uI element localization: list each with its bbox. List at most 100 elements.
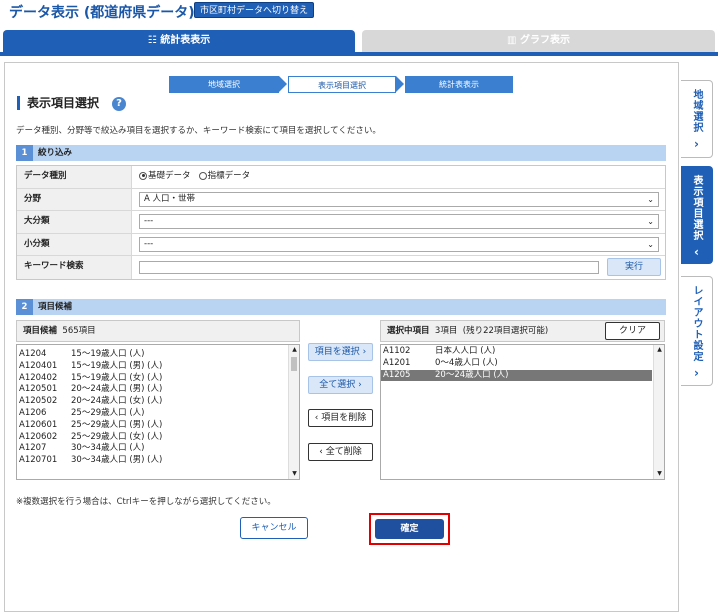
item-code: A1207 (19, 443, 47, 454)
list-item[interactable]: A120701 30～34歳人口 (男) (人) (17, 455, 287, 467)
item-name: 15～19歳人口 (人) (71, 349, 145, 359)
item-code: A1204 (19, 349, 47, 359)
chevron-down-icon: ⌄ (647, 217, 654, 226)
table-icon: ☷ (147, 35, 161, 46)
item-name: 30～34歳人口 (人) (71, 443, 145, 454)
side-tab-item-select[interactable]: 表示項目選択 ‹ (681, 166, 713, 264)
list-item[interactable]: A120401 15～19歳人口 (男) (人) (17, 361, 287, 373)
filter-row-major: 大分類 --- ⌄ (17, 211, 665, 234)
radio-basic-data[interactable] (139, 171, 147, 180)
item-name: 20～24歳人口 (女) (人) (71, 396, 163, 407)
candidates-list-header: 項目候補 565項目 (16, 320, 300, 342)
scrollbar[interactable]: ▲ ▼ (653, 345, 664, 479)
chevron-right-icon: › (694, 137, 699, 151)
item-code: A1206 (19, 407, 47, 418)
side-tab-region[interactable]: 地域選択 › (681, 80, 713, 158)
step-arrow (396, 76, 404, 92)
cancel-button[interactable]: キャンセル (240, 517, 308, 539)
chevron-right-icon: › (358, 380, 362, 390)
clear-button[interactable]: クリア (605, 322, 660, 340)
select-all-button[interactable]: 全て選択 › (308, 376, 373, 394)
item-code: A120701 (19, 455, 58, 466)
item-name: 25～29歳人口 (男) (人) (71, 419, 163, 430)
item-code: A120402 (19, 372, 58, 383)
minor-category-select[interactable]: --- ⌄ (139, 236, 659, 252)
multi-select-note: ※複数選択を行う場合は、Ctrlキーを押しながら選択してください。 (16, 497, 276, 507)
scroll-thumb[interactable] (291, 357, 297, 371)
list-item[interactable]: A120402 15～19歳人口 (女) (人) (17, 373, 287, 385)
item-name: 15～19歳人口 (男) (人) (71, 360, 163, 371)
item-name: 30～34歳人口 (男) (人) (71, 455, 163, 466)
tab-underline (0, 52, 718, 56)
section-title: 表示項目選択 (17, 96, 99, 110)
page-title: データ表示 (都道府県データ) (9, 5, 195, 21)
list-item[interactable]: A1201 0～4歳人口 (人) (381, 358, 652, 370)
item-name: 20～24歳人口 (男) (人) (71, 384, 163, 395)
remove-item-button[interactable]: ‹ 項目を削除 (308, 409, 373, 427)
step-table-display: 統計表表示 (405, 76, 513, 93)
item-code: A1205 (383, 369, 411, 380)
main-tabs: ☷ 統計表表示 ▥ グラフ表示 (0, 30, 718, 52)
chevron-right-icon: › (694, 366, 699, 380)
item-name: 0～4歳人口 (人) (435, 357, 498, 368)
step-item-select: 表示項目選択 (288, 76, 396, 93)
filter-table: データ種別 基礎データ 指標データ 分野 A 人口・世帯 ⌄ 大分類 --- ⌄ 小… (16, 165, 666, 280)
keyword-input[interactable] (139, 261, 599, 274)
list-item[interactable]: A1206 25～29歳人口 (人) (17, 408, 287, 420)
item-name: 15～19歳人口 (女) (人) (71, 372, 163, 383)
confirm-button[interactable]: 確定 (375, 519, 444, 539)
radio-indicator-data[interactable] (198, 171, 207, 180)
instruction-text: データ種別、分野等で絞込み項目を選択するか、キーワード検索にて項目を選択してくだ… (16, 126, 381, 136)
item-name: 日本人人口 (人) (435, 346, 496, 356)
item-code: A120502 (19, 396, 58, 407)
list-item[interactable]: A1102 日本人人口 (人) (381, 346, 652, 358)
filter-row-data-type: データ種別 基礎データ 指標データ (17, 166, 665, 189)
side-tab-layout[interactable]: レイアウト設定 › (681, 276, 713, 386)
execute-search-button[interactable]: 実行 (607, 258, 661, 276)
tab-graph-view[interactable]: ▥ グラフ表示 (362, 30, 715, 52)
chevron-left-icon: ‹ (319, 447, 323, 457)
filter-row-field: 分野 A 人口・世帯 ⌄ (17, 188, 665, 211)
list-item[interactable]: A1207 30～34歳人口 (人) (17, 443, 287, 455)
item-code: A120602 (19, 431, 58, 442)
major-category-select[interactable]: --- ⌄ (139, 214, 659, 229)
help-icon[interactable]: ? (112, 97, 126, 111)
switch-to-municipality-button[interactable]: 市区町村データへ切り替え (194, 2, 315, 18)
tab-table-view[interactable]: ☷ 統計表表示 (3, 30, 355, 52)
list-item[interactable]: A1204 15～19歳人口 (人) (17, 349, 287, 361)
item-name: 25～29歳人口 (人) (71, 407, 145, 418)
scroll-up-icon[interactable]: ▲ (654, 345, 665, 355)
header: データ表示 (都道府県データ) 市区町村データへ切り替え (0, 0, 718, 26)
selected-listbox[interactable]: A1102 日本人人口 (人) A1201 0～4歳人口 (人) A1205 20～24歳… (380, 344, 665, 480)
filter-section-header: 1 絞り込み (16, 145, 666, 161)
chevron-left-icon: ‹ (694, 245, 699, 259)
scroll-down-icon[interactable]: ▼ (289, 469, 300, 479)
item-code: A120401 (19, 360, 58, 371)
chevron-down-icon: ⌄ (647, 239, 654, 249)
item-name: 20～24歳人口 (人) (435, 369, 509, 380)
field-select[interactable]: A 人口・世帯 ⌄ (139, 191, 659, 207)
select-item-button[interactable]: 項目を選択 › (308, 343, 373, 361)
chevron-right-icon: › (362, 347, 367, 357)
item-name: 25～29歳人口 (女) (人) (71, 431, 163, 442)
list-item[interactable]: A120502 20～24歳人口 (女) (人) (17, 396, 287, 408)
candidates-listbox[interactable]: A1204 15～19歳人口 (人) A120401 15～19歳人口 (男) (人)… (16, 344, 300, 480)
scrollbar[interactable]: ▲ ▼ (288, 345, 299, 479)
scroll-down-icon[interactable]: ▼ (654, 469, 665, 479)
item-code: A1102 (383, 346, 411, 356)
scroll-up-icon[interactable]: ▲ (289, 345, 300, 355)
list-item[interactable]: A120501 20～24歳人口 (男) (人) (17, 384, 287, 396)
bar-chart-icon: ▥ (507, 35, 520, 46)
confirm-highlight-box: 確定 (369, 513, 450, 545)
candidates-section-header: 2 項目候補 (16, 299, 666, 315)
item-code: A120501 (19, 384, 58, 395)
remove-all-button[interactable]: ‹ 全て削除 (308, 443, 373, 461)
chevron-down-icon: ⌄ (647, 194, 654, 204)
step-region-select: 地域選択 (169, 76, 279, 93)
list-item[interactable]: A1205 20～24歳人口 (人) (381, 369, 652, 382)
chevron-left-icon: ‹ (314, 413, 319, 423)
filter-row-keyword: キーワード検索 実行 (17, 256, 665, 279)
list-item[interactable]: A120601 25～29歳人口 (男) (人) (17, 420, 287, 432)
item-code: A120601 (19, 419, 58, 430)
list-item[interactable]: A120602 25～29歳人口 (女) (人) (17, 432, 287, 444)
